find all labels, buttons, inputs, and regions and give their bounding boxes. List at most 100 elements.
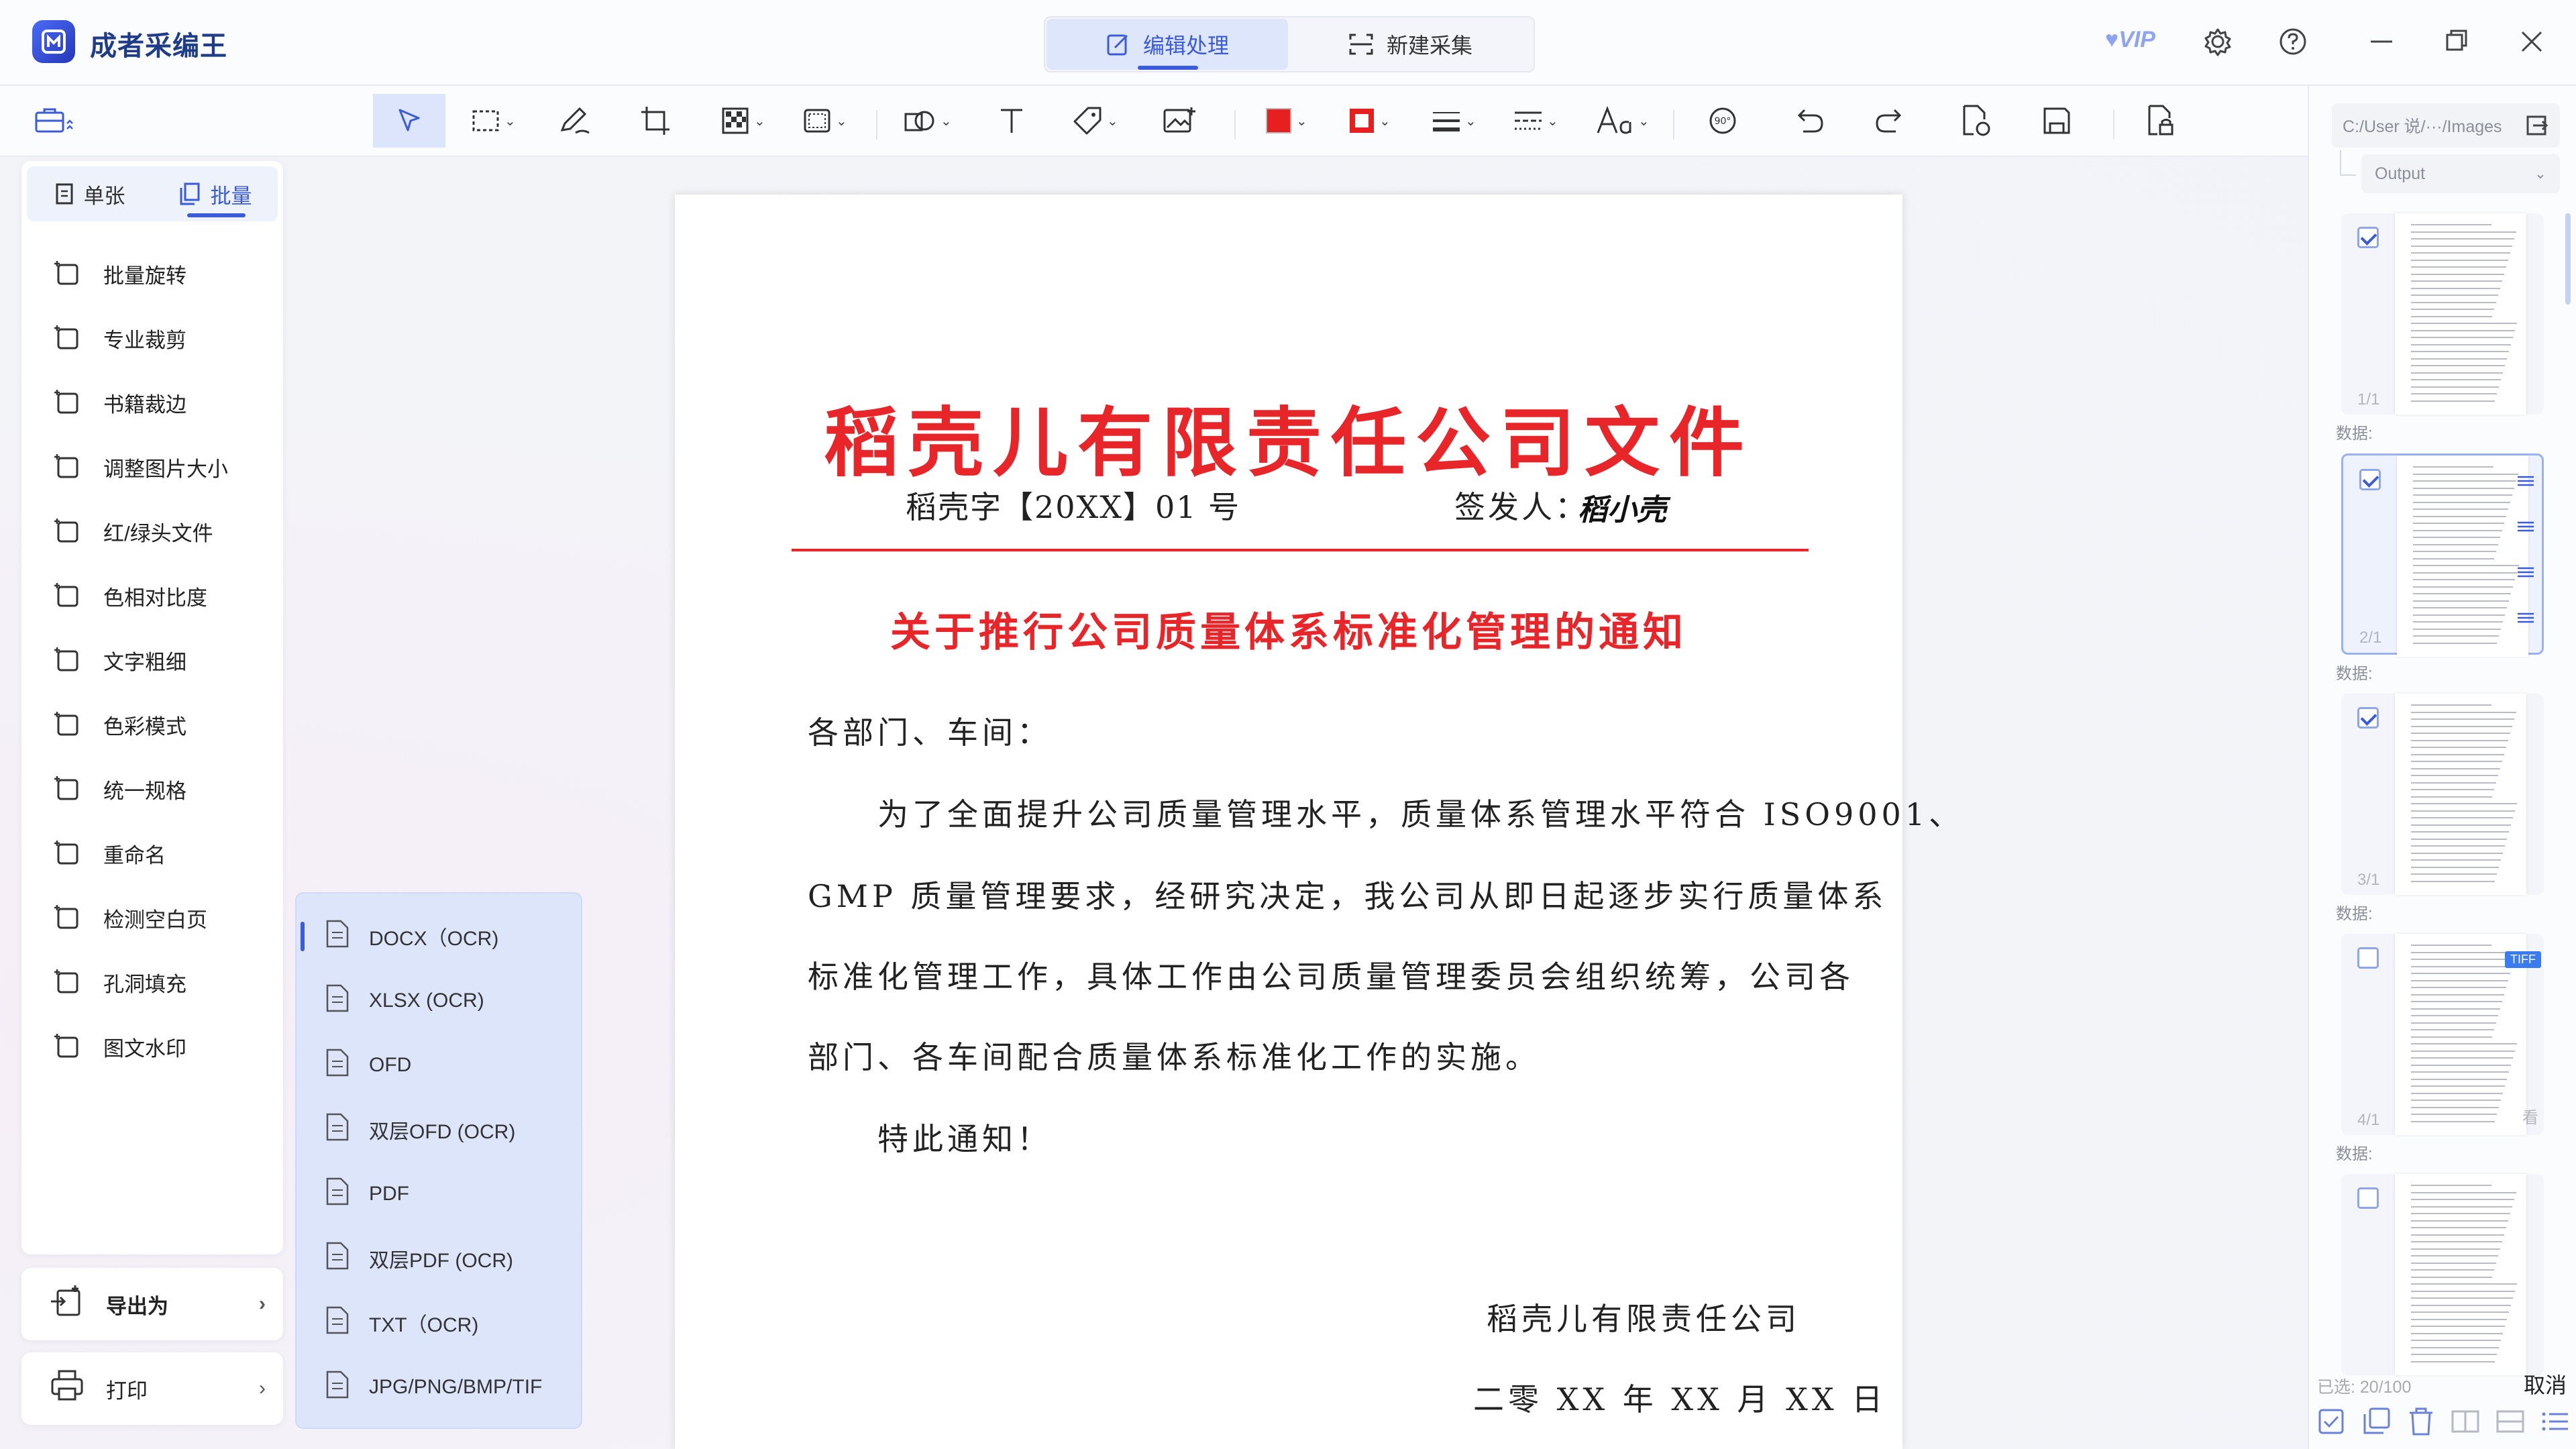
cancel-button[interactable]: 取消 [2524, 1368, 2567, 1399]
edit-icon [1107, 34, 1128, 56]
thumbnail-scrollbar[interactable] [2565, 213, 2571, 305]
tool-item-label: 色相对比度 [103, 586, 207, 610]
print-button[interactable]: 打印 › [21, 1352, 283, 1425]
split-view-icon[interactable] [2450, 1406, 2481, 1437]
align-h-icon[interactable] [2514, 469, 2538, 493]
hole-fill-icon [51, 965, 86, 1000]
thumbnail-card[interactable]: 4/1 TIFF 看 [2341, 934, 2544, 1135]
frame-tool[interactable]: ⌄ [801, 99, 847, 142]
thumbnail-checkbox[interactable] [2357, 947, 2379, 969]
vip-badge[interactable]: ♥VIP [2105, 27, 2155, 53]
thumbnail-checkbox[interactable] [2359, 469, 2381, 490]
settings-icon[interactable] [2199, 23, 2237, 60]
tool-item[interactable]: 调整图片大小 [21, 435, 283, 499]
tab-new-capture[interactable]: 新建采集 [1289, 19, 1531, 70]
font-tool[interactable]: ⌄ [1595, 99, 1650, 142]
tab-single[interactable]: 单张 [27, 166, 152, 221]
fill-color-picker[interactable]: ⌄ [1264, 99, 1307, 142]
thumbnail-checkbox[interactable] [2357, 227, 2379, 248]
export-format-item[interactable]: 双层PDF (OCR) [297, 1226, 581, 1291]
help-icon[interactable] [2274, 23, 2312, 60]
select-tool[interactable] [373, 94, 445, 148]
align-right-icon[interactable] [2514, 560, 2538, 584]
tool-item[interactable]: 重命名 [21, 821, 283, 885]
output-folder-select[interactable]: Output ⌄ [2361, 154, 2560, 193]
stroke-color-picker[interactable]: ⌄ [1347, 99, 1391, 142]
tool-item[interactable]: 孔洞填充 [21, 950, 283, 1014]
excel-file-icon [323, 983, 350, 1018]
tool-item[interactable]: 文字粗细 [21, 628, 283, 692]
export-format-item[interactable]: OFD [297, 1033, 581, 1097]
thumbnail-page-number: 3/1 [2357, 871, 2380, 889]
tag-tool[interactable]: ⌄ [1071, 99, 1118, 142]
output-folder-value: Output [2375, 164, 2426, 183]
thumbnail-card[interactable]: 2/1 [2341, 453, 2544, 657]
thumbnail-image [2397, 455, 2528, 657]
tool-item[interactable]: 图文水印 [21, 1014, 283, 1079]
undo-button[interactable] [1791, 99, 1826, 142]
rect-select-tool[interactable]: ⌄ [470, 99, 516, 142]
thumbnail-card[interactable]: 1/1 [2341, 213, 2544, 415]
text-tool[interactable] [996, 99, 1028, 142]
export-format-item[interactable]: JPG/PNG/BMP/TIF [297, 1355, 581, 1419]
tool-item-label: 文字粗细 [103, 650, 186, 674]
frame-icon [804, 109, 830, 133]
mosaic-icon [722, 107, 749, 134]
tool-item[interactable]: 红/绿头文件 [21, 499, 283, 564]
thumbnail-card[interactable]: 3/1 [2341, 694, 2544, 895]
export-format-item[interactable]: TXT（OCR) [297, 1291, 581, 1355]
thumbnail-data-label: 数据: [2336, 1145, 2373, 1163]
tool-item[interactable]: 统一规格 [21, 757, 283, 821]
multi-select-icon[interactable] [2361, 1406, 2392, 1437]
minimize-icon[interactable] [2363, 23, 2400, 60]
tab-edit-process[interactable]: 编辑处理 [1046, 19, 1288, 70]
move-icon[interactable] [2514, 606, 2538, 630]
tab-batch[interactable]: 批量 [152, 166, 278, 221]
export-format-item[interactable]: DOCX（OCR) [297, 904, 581, 969]
export-as-button[interactable]: 导出为 › [21, 1268, 283, 1340]
lock-button[interactable] [2144, 99, 2176, 142]
align-left-icon[interactable] [2514, 515, 2538, 539]
thumbnail-checkbox[interactable] [2357, 707, 2379, 729]
thumbnail-card[interactable] [2341, 1174, 2544, 1375]
tool-item[interactable]: 专业裁剪 [21, 306, 283, 370]
tool-item[interactable]: 批量旋转 [21, 241, 283, 306]
export-format-item[interactable]: XLSX (OCR) [297, 969, 581, 1033]
doc-sign-company: 稻壳儿有限责任公司 [1487, 1301, 1801, 1337]
redo-button[interactable] [1873, 99, 1908, 142]
restore-icon[interactable] [2438, 23, 2475, 60]
export-format-item[interactable]: PDF [297, 1162, 581, 1226]
pen-tool[interactable] [557, 99, 592, 142]
resize-icon [51, 449, 86, 484]
right-thumbnail-panel: C:/User 说/···/Images Output ⌄ 1/1 数据: 2/1 数… [2308, 86, 2576, 1449]
tool-item-label: 孔洞填充 [103, 972, 186, 996]
image-insert-tool[interactable] [1162, 99, 1197, 142]
mosaic-tool[interactable]: ⌄ [719, 99, 765, 142]
save-path-field[interactable]: C:/User 说/···/Images [2332, 103, 2560, 148]
document-page[interactable]: 稻壳儿有限责任公司文件 稻壳字【20XX】01 号 签发人： 稻小壳 关于推行公… [675, 195, 1960, 1449]
doc-number: 稻壳字【20XX】01 号 [906, 489, 1241, 525]
export-format-item[interactable]: 双层OFD (OCR) [297, 1097, 581, 1162]
unify-size-icon [51, 771, 86, 806]
delete-icon[interactable] [2406, 1406, 2436, 1437]
merge-view-icon[interactable] [2495, 1406, 2526, 1437]
tag-icon [1073, 107, 1102, 135]
crop-tool[interactable] [639, 99, 672, 142]
line-style-tool[interactable]: ⌄ [1512, 99, 1558, 142]
export-format-label: PDF [369, 1183, 409, 1205]
tool-item[interactable]: 检测空白页 [21, 885, 283, 950]
line-width-tool[interactable]: ⌄ [1430, 99, 1477, 142]
tool-item[interactable]: 色彩模式 [21, 692, 283, 757]
tool-item-label: 统一规格 [103, 779, 186, 803]
tool-item[interactable]: 色相对比度 [21, 564, 283, 628]
shape-tool[interactable]: ⌄ [903, 99, 952, 142]
close-icon[interactable] [2513, 23, 2551, 60]
rotate-90-tool[interactable]: 90° [1705, 99, 1740, 142]
list-view-icon[interactable] [2540, 1406, 2571, 1437]
select-all-icon[interactable] [2316, 1406, 2347, 1437]
tool-item[interactable]: 书籍裁边 [21, 370, 283, 435]
save-button[interactable] [2041, 99, 2073, 142]
reset-button[interactable] [1957, 99, 1992, 142]
toolbox-toggle[interactable] [35, 99, 75, 142]
thumbnail-checkbox[interactable] [2357, 1187, 2379, 1209]
